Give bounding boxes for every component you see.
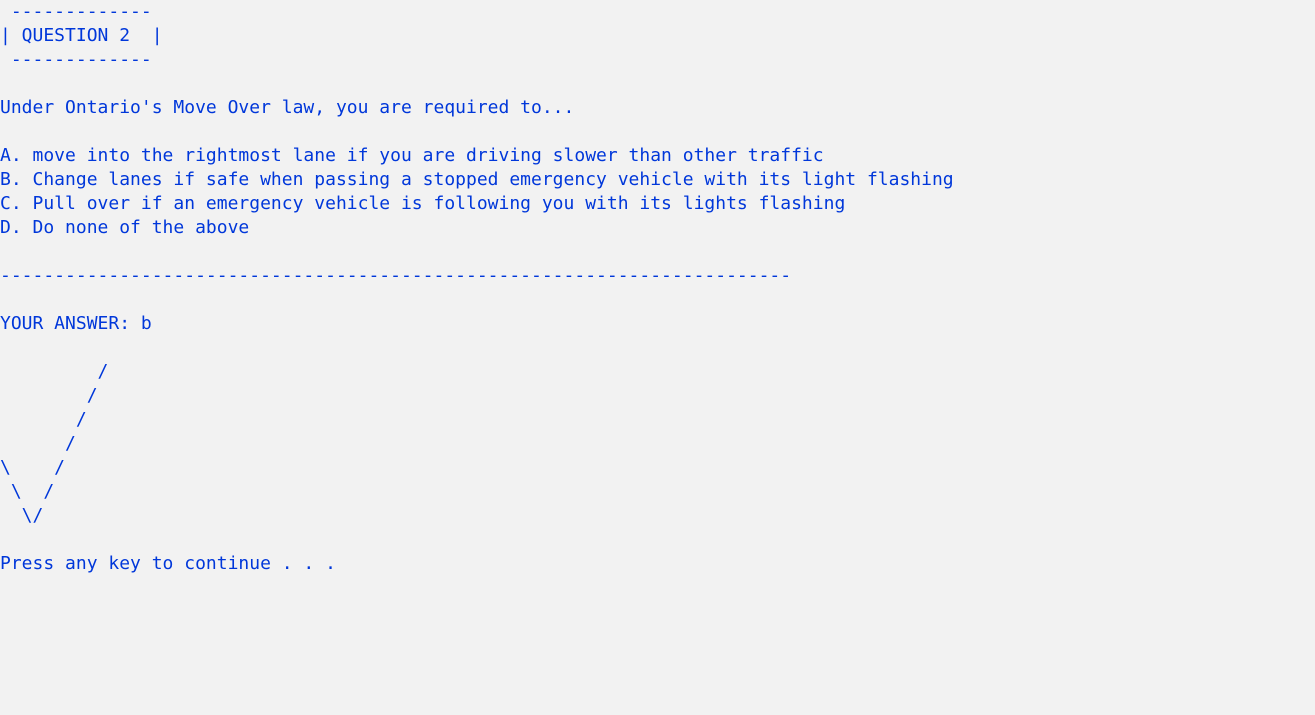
press-any-key-prompt: Press any key to continue . . . — [0, 553, 336, 574]
answer-option-d: D. Do none of the above — [0, 217, 250, 238]
checkmark-icon: / / / / \ / \ / \/ — [0, 361, 1315, 624]
checkmark-line: \ / — [0, 481, 55, 502]
console-window[interactable]: ------------- | QUESTION 2 | -----------… — [0, 0, 1315, 715]
checkmark-line: \ / — [0, 457, 66, 478]
question-prompt: Under Ontario's Move Over law, you are r… — [0, 97, 575, 118]
section-divider: ----------------------------------------… — [0, 265, 792, 286]
checkmark-line: / — [0, 385, 98, 406]
checkmark-line: \/ — [0, 505, 44, 526]
answer-option-c: C. Pull over if an emergency vehicle is … — [0, 193, 846, 214]
question-box-top-border: ------------- — [0, 1, 152, 22]
your-answer-line: YOUR ANSWER: b — [0, 313, 152, 334]
question-number-title: | QUESTION 2 | — [0, 25, 163, 46]
answer-option-b: B. Change lanes if safe when passing a s… — [0, 169, 954, 190]
answer-option-a: A. move into the rightmost lane if you a… — [0, 145, 824, 166]
checkmark-line: / — [0, 409, 87, 430]
checkmark-line: / — [0, 361, 109, 382]
checkmark-line: / — [0, 433, 76, 454]
question-box-bottom-border: ------------- — [0, 49, 152, 70]
